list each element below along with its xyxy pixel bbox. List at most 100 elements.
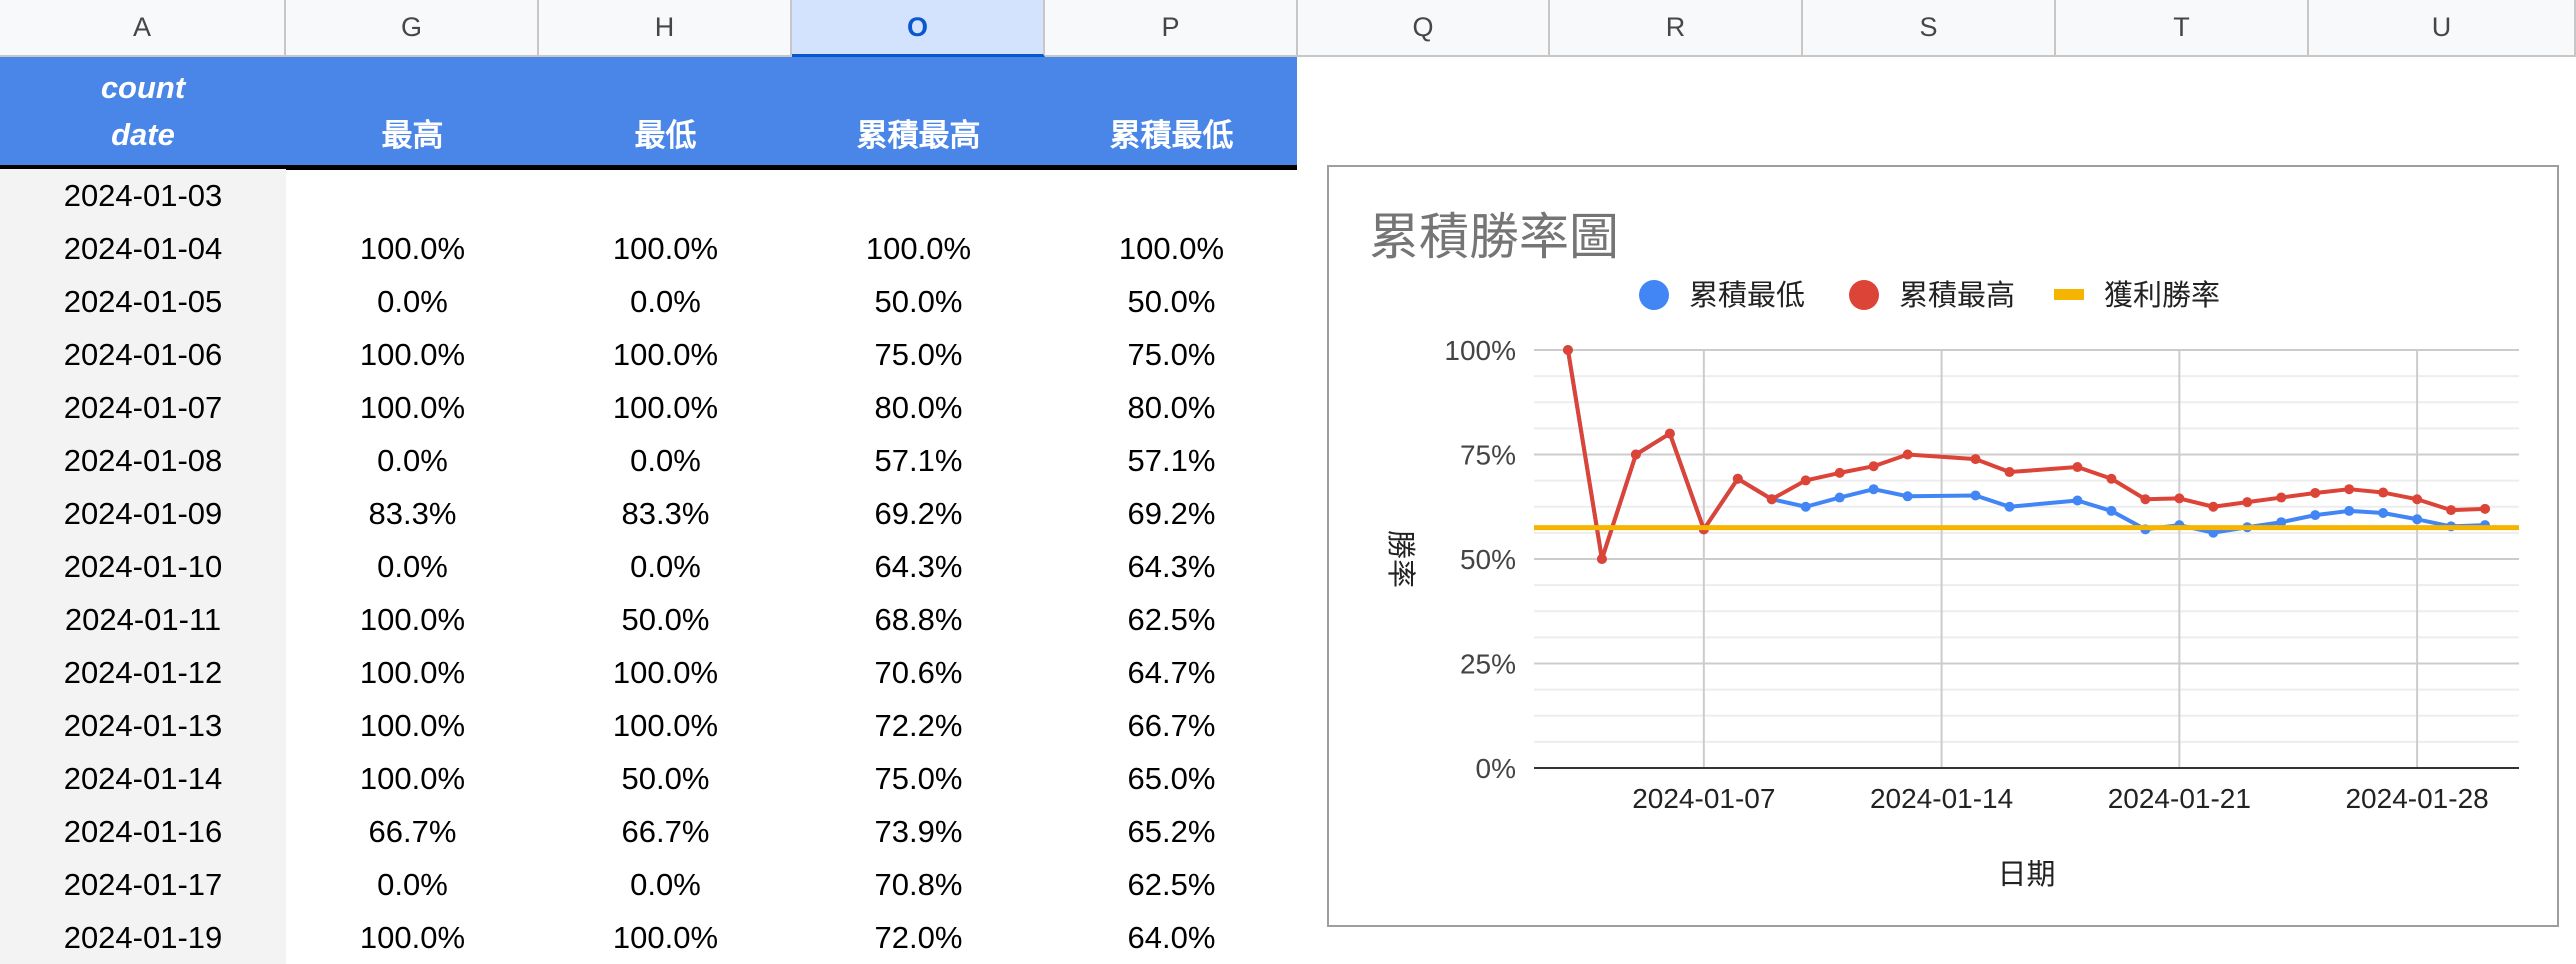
value-cell[interactable]: 68.8% — [792, 593, 1045, 646]
value-cell[interactable]: 100.0% — [539, 699, 792, 752]
date-cell[interactable]: 2024-01-03 — [0, 169, 286, 222]
value-cell[interactable]: 64.0% — [1045, 911, 1298, 964]
value-cell[interactable]: 66.7% — [286, 805, 539, 858]
date-cell[interactable]: 2024-01-11 — [0, 593, 286, 646]
value-cell[interactable]: 0.0% — [286, 275, 539, 328]
value-cell[interactable] — [286, 169, 539, 222]
value-cell[interactable]: 50.0% — [792, 275, 1045, 328]
value-cell[interactable]: 70.6% — [792, 646, 1045, 699]
value-cell[interactable]: 0.0% — [539, 858, 792, 911]
value-cell[interactable]: 0.0% — [286, 540, 539, 593]
value-cell[interactable]: 100.0% — [286, 593, 539, 646]
value-cell[interactable]: 57.1% — [792, 434, 1045, 487]
column-header-h[interactable]: H — [539, 0, 792, 57]
value-cell[interactable]: 75.0% — [792, 328, 1045, 381]
column-header-a[interactable]: A — [0, 0, 286, 57]
column-header-p[interactable]: P — [1045, 0, 1298, 57]
value-cell[interactable]: 64.3% — [1045, 540, 1298, 593]
date-cell[interactable]: 2024-01-04 — [0, 222, 286, 275]
date-cell[interactable]: 2024-01-09 — [0, 487, 286, 540]
header-cum-max[interactable]: 累積最高 — [792, 57, 1045, 165]
date-cell[interactable]: 2024-01-05 — [0, 275, 286, 328]
value-cell[interactable]: 100.0% — [1045, 222, 1298, 275]
table-row: 2024-01-17 0.0% 0.0% 70.8% 62.5% — [0, 858, 1296, 911]
date-cell[interactable]: 2024-01-12 — [0, 646, 286, 699]
cumulative-win-rate-chart[interactable]: 累積勝率圖 0% 25% 50% 75% 100% 2024-01-07 2024-01-1… — [1327, 165, 2559, 927]
header-min[interactable]: 最低 — [539, 57, 792, 165]
value-cell[interactable]: 100.0% — [539, 911, 792, 964]
value-cell[interactable] — [539, 169, 792, 222]
value-cell[interactable]: 50.0% — [1045, 275, 1298, 328]
column-header-u[interactable]: U — [2309, 0, 2576, 57]
value-cell[interactable]: 100.0% — [286, 699, 539, 752]
date-cell[interactable]: 2024-01-16 — [0, 805, 286, 858]
date-cell[interactable]: 2024-01-19 — [0, 911, 286, 964]
date-cell[interactable]: 2024-01-13 — [0, 699, 286, 752]
date-cell[interactable]: 2024-01-17 — [0, 858, 286, 911]
value-cell[interactable]: 50.0% — [539, 752, 792, 805]
value-cell[interactable] — [792, 169, 1045, 222]
value-cell[interactable]: 100.0% — [286, 222, 539, 275]
value-cell[interactable]: 0.0% — [286, 858, 539, 911]
value-cell[interactable]: 100.0% — [286, 752, 539, 805]
date-cell[interactable]: 2024-01-14 — [0, 752, 286, 805]
column-header-s[interactable]: S — [1803, 0, 2056, 57]
value-cell[interactable]: 62.5% — [1045, 593, 1298, 646]
value-cell[interactable]: 100.0% — [286, 381, 539, 434]
value-cell[interactable]: 64.7% — [1045, 646, 1298, 699]
column-header-g[interactable]: G — [286, 0, 539, 57]
value-cell[interactable]: 66.7% — [539, 805, 792, 858]
value-cell[interactable]: 57.1% — [1045, 434, 1298, 487]
value-cell[interactable]: 100.0% — [539, 646, 792, 699]
value-cell[interactable]: 83.3% — [286, 487, 539, 540]
value-cell[interactable]: 0.0% — [539, 540, 792, 593]
y-tick-label: 0% — [1476, 753, 1516, 784]
value-cell[interactable]: 0.0% — [286, 434, 539, 487]
value-cell[interactable]: 72.2% — [792, 699, 1045, 752]
value-cell[interactable]: 83.3% — [539, 487, 792, 540]
table-row: 2024-01-12 100.0% 100.0% 70.6% 64.7% — [0, 646, 1296, 699]
value-cell[interactable]: 65.2% — [1045, 805, 1298, 858]
value-cell[interactable]: 69.2% — [792, 487, 1045, 540]
header-max[interactable]: 最高 — [286, 57, 539, 165]
value-cell[interactable]: 0.0% — [539, 275, 792, 328]
value-cell[interactable] — [1045, 169, 1298, 222]
value-cell[interactable]: 100.0% — [286, 328, 539, 381]
value-cell[interactable]: 100.0% — [286, 911, 539, 964]
value-cell[interactable]: 62.5% — [1045, 858, 1298, 911]
column-header-q[interactable]: Q — [1298, 0, 1550, 57]
header-cum-min[interactable]: 累積最低 — [1045, 57, 1298, 165]
header-count-date[interactable]: count date — [0, 57, 286, 165]
value-cell[interactable]: 73.9% — [792, 805, 1045, 858]
date-cell[interactable]: 2024-01-08 — [0, 434, 286, 487]
value-cell[interactable]: 75.0% — [792, 752, 1045, 805]
column-header-r[interactable]: R — [1550, 0, 1803, 57]
value-cell[interactable]: 100.0% — [539, 328, 792, 381]
value-cell[interactable]: 100.0% — [539, 222, 792, 275]
data-point — [2276, 492, 2287, 503]
data-point — [2480, 503, 2491, 514]
value-cell[interactable]: 100.0% — [792, 222, 1045, 275]
value-cell[interactable]: 70.8% — [792, 858, 1045, 911]
x-tick-label: 2024-01-07 — [1632, 783, 1775, 814]
value-cell[interactable]: 100.0% — [539, 381, 792, 434]
data-point — [2140, 494, 2151, 505]
value-cell[interactable]: 80.0% — [1045, 381, 1298, 434]
value-cell[interactable]: 65.0% — [1045, 752, 1298, 805]
value-cell[interactable]: 64.3% — [792, 540, 1045, 593]
value-cell[interactable]: 66.7% — [1045, 699, 1298, 752]
date-cell[interactable]: 2024-01-06 — [0, 328, 286, 381]
value-cell[interactable]: 69.2% — [1045, 487, 1298, 540]
column-header-t[interactable]: T — [2056, 0, 2309, 57]
value-cell[interactable]: 80.0% — [792, 381, 1045, 434]
y-tick-label: 25% — [1460, 649, 1516, 680]
date-cell[interactable]: 2024-01-10 — [0, 540, 286, 593]
value-cell[interactable]: 0.0% — [539, 434, 792, 487]
value-cell[interactable]: 50.0% — [539, 593, 792, 646]
value-cell[interactable]: 75.0% — [1045, 328, 1298, 381]
column-header-o[interactable]: O — [792, 0, 1045, 57]
value-cell[interactable]: 72.0% — [792, 911, 1045, 964]
value-cell[interactable]: 100.0% — [286, 646, 539, 699]
date-cell[interactable]: 2024-01-07 — [0, 381, 286, 434]
data-point — [2344, 505, 2355, 516]
